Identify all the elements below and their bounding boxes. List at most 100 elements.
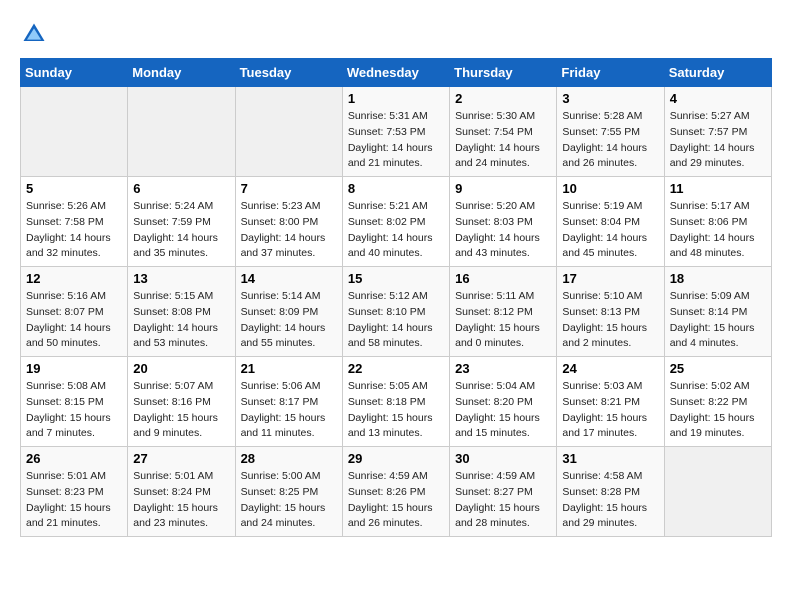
day-details: Sunrise: 5:11 AMSunset: 8:12 PMDaylight:… [455, 289, 551, 352]
calendar-cell [128, 87, 235, 177]
calendar-cell: 10 Sunrise: 5:19 AMSunset: 8:04 PMDayligh… [557, 177, 664, 267]
day-number: 31 [562, 451, 658, 466]
calendar-cell: 12 Sunrise: 5:16 AMSunset: 8:07 PMDayligh… [21, 267, 128, 357]
day-details: Sunrise: 5:12 AMSunset: 8:10 PMDaylight:… [348, 289, 444, 352]
day-details: Sunrise: 5:26 AMSunset: 7:58 PMDaylight:… [26, 199, 122, 262]
day-number: 19 [26, 361, 122, 376]
logo [20, 20, 52, 48]
day-number: 8 [348, 181, 444, 196]
day-number: 12 [26, 271, 122, 286]
day-number: 17 [562, 271, 658, 286]
day-number: 5 [26, 181, 122, 196]
calendar-cell: 13Sunrise: 5:15 AMSunset: 8:08 PMDayligh… [128, 267, 235, 357]
calendar-cell: 31 Sunrise: 4:58 AMSunset: 8:28 PMDayligh… [557, 447, 664, 537]
day-details: Sunrise: 5:17 AMSunset: 8:06 PMDaylight:… [670, 199, 766, 262]
calendar-header-row: SundayMondayTuesdayWednesdayThursdayFrid… [21, 59, 772, 87]
calendar-cell: 3 Sunrise: 5:28 AMSunset: 7:55 PMDaylight… [557, 87, 664, 177]
calendar-cell: 28 Sunrise: 5:00 AMSunset: 8:25 PMDayligh… [235, 447, 342, 537]
day-number: 21 [241, 361, 337, 376]
calendar-cell: 26 Sunrise: 5:01 AMSunset: 8:23 PMDayligh… [21, 447, 128, 537]
day-number: 14 [241, 271, 337, 286]
day-number: 6 [133, 181, 229, 196]
day-header-friday: Friday [557, 59, 664, 87]
calendar-cell: 30Sunrise: 4:59 AMSunset: 8:27 PMDayligh… [450, 447, 557, 537]
calendar-cell: 18 Sunrise: 5:09 AMSunset: 8:14 PMDayligh… [664, 267, 771, 357]
day-number: 15 [348, 271, 444, 286]
day-number: 20 [133, 361, 229, 376]
day-number: 30 [455, 451, 551, 466]
day-details: Sunrise: 5:27 AMSunset: 7:57 PMDaylight:… [670, 109, 766, 172]
calendar-cell [235, 87, 342, 177]
day-details: Sunrise: 5:07 AMSunset: 8:16 PMDaylight:… [133, 379, 229, 442]
calendar-cell: 23 Sunrise: 5:04 AMSunset: 8:20 PMDayligh… [450, 357, 557, 447]
calendar-week-row: 26 Sunrise: 5:01 AMSunset: 8:23 PMDayligh… [21, 447, 772, 537]
day-number: 1 [348, 91, 444, 106]
day-number: 4 [670, 91, 766, 106]
day-details: Sunrise: 5:09 AMSunset: 8:14 PMDaylight:… [670, 289, 766, 352]
calendar-week-row: 12 Sunrise: 5:16 AMSunset: 8:07 PMDayligh… [21, 267, 772, 357]
calendar-cell: 17 Sunrise: 5:10 AMSunset: 8:13 PMDayligh… [557, 267, 664, 357]
calendar-cell: 7 Sunrise: 5:23 AMSunset: 8:00 PMDaylight… [235, 177, 342, 267]
day-number: 27 [133, 451, 229, 466]
calendar-cell: 27 Sunrise: 5:01 AMSunset: 8:24 PMDayligh… [128, 447, 235, 537]
day-details: Sunrise: 5:14 AMSunset: 8:09 PMDaylight:… [241, 289, 337, 352]
day-number: 22 [348, 361, 444, 376]
day-details: Sunrise: 5:24 AMSunset: 7:59 PMDaylight:… [133, 199, 229, 262]
day-number: 26 [26, 451, 122, 466]
day-details: Sunrise: 5:10 AMSunset: 8:13 PMDaylight:… [562, 289, 658, 352]
day-number: 11 [670, 181, 766, 196]
day-details: Sunrise: 5:28 AMSunset: 7:55 PMDaylight:… [562, 109, 658, 172]
calendar-cell: 19 Sunrise: 5:08 AMSunset: 8:15 PMDayligh… [21, 357, 128, 447]
calendar-cell [664, 447, 771, 537]
calendar-cell: 25Sunrise: 5:02 AMSunset: 8:22 PMDayligh… [664, 357, 771, 447]
calendar-week-row: 1 Sunrise: 5:31 AMSunset: 7:53 PMDaylight… [21, 87, 772, 177]
calendar-week-row: 19 Sunrise: 5:08 AMSunset: 8:15 PMDayligh… [21, 357, 772, 447]
day-details: Sunrise: 5:23 AMSunset: 8:00 PMDaylight:… [241, 199, 337, 262]
calendar-cell: 9 Sunrise: 5:20 AMSunset: 8:03 PMDaylight… [450, 177, 557, 267]
day-number: 3 [562, 91, 658, 106]
day-number: 16 [455, 271, 551, 286]
calendar-cell: 29 Sunrise: 4:59 AMSunset: 8:26 PMDayligh… [342, 447, 449, 537]
calendar-cell: 21 Sunrise: 5:06 AMSunset: 8:17 PMDayligh… [235, 357, 342, 447]
day-details: Sunrise: 5:30 AMSunset: 7:54 PMDaylight:… [455, 109, 551, 172]
day-details: Sunrise: 5:08 AMSunset: 8:15 PMDaylight:… [26, 379, 122, 442]
day-details: Sunrise: 4:58 AMSunset: 8:28 PMDaylight:… [562, 469, 658, 532]
calendar-cell: 2Sunrise: 5:30 AMSunset: 7:54 PMDaylight… [450, 87, 557, 177]
day-details: Sunrise: 5:06 AMSunset: 8:17 PMDaylight:… [241, 379, 337, 442]
day-number: 28 [241, 451, 337, 466]
day-details: Sunrise: 4:59 AMSunset: 8:26 PMDaylight:… [348, 469, 444, 532]
day-number: 29 [348, 451, 444, 466]
calendar-cell: 1 Sunrise: 5:31 AMSunset: 7:53 PMDaylight… [342, 87, 449, 177]
day-number: 9 [455, 181, 551, 196]
day-number: 23 [455, 361, 551, 376]
calendar-week-row: 5 Sunrise: 5:26 AMSunset: 7:58 PMDaylight… [21, 177, 772, 267]
calendar-cell: 8 Sunrise: 5:21 AMSunset: 8:02 PMDaylight… [342, 177, 449, 267]
day-details: Sunrise: 5:16 AMSunset: 8:07 PMDaylight:… [26, 289, 122, 352]
calendar-cell: 5 Sunrise: 5:26 AMSunset: 7:58 PMDaylight… [21, 177, 128, 267]
calendar-cell [21, 87, 128, 177]
day-details: Sunrise: 5:21 AMSunset: 8:02 PMDaylight:… [348, 199, 444, 262]
day-details: Sunrise: 5:02 AMSunset: 8:22 PMDaylight:… [670, 379, 766, 442]
day-number: 7 [241, 181, 337, 196]
calendar-cell: 11 Sunrise: 5:17 AMSunset: 8:06 PMDayligh… [664, 177, 771, 267]
day-header-thursday: Thursday [450, 59, 557, 87]
day-details: Sunrise: 5:19 AMSunset: 8:04 PMDaylight:… [562, 199, 658, 262]
day-header-monday: Monday [128, 59, 235, 87]
day-details: Sunrise: 5:01 AMSunset: 8:24 PMDaylight:… [133, 469, 229, 532]
day-details: Sunrise: 5:01 AMSunset: 8:23 PMDaylight:… [26, 469, 122, 532]
day-details: Sunrise: 5:31 AMSunset: 7:53 PMDaylight:… [348, 109, 444, 172]
day-number: 13 [133, 271, 229, 286]
day-number: 10 [562, 181, 658, 196]
day-details: Sunrise: 5:04 AMSunset: 8:20 PMDaylight:… [455, 379, 551, 442]
day-number: 18 [670, 271, 766, 286]
day-details: Sunrise: 5:03 AMSunset: 8:21 PMDaylight:… [562, 379, 658, 442]
calendar-cell: 15 Sunrise: 5:12 AMSunset: 8:10 PMDayligh… [342, 267, 449, 357]
calendar-cell: 6 Sunrise: 5:24 AMSunset: 7:59 PMDaylight… [128, 177, 235, 267]
calendar-cell: 24 Sunrise: 5:03 AMSunset: 8:21 PMDayligh… [557, 357, 664, 447]
day-header-tuesday: Tuesday [235, 59, 342, 87]
day-details: Sunrise: 5:20 AMSunset: 8:03 PMDaylight:… [455, 199, 551, 262]
day-details: Sunrise: 5:00 AMSunset: 8:25 PMDaylight:… [241, 469, 337, 532]
day-number: 24 [562, 361, 658, 376]
calendar-cell: 20 Sunrise: 5:07 AMSunset: 8:16 PMDayligh… [128, 357, 235, 447]
calendar-cell: 22Sunrise: 5:05 AMSunset: 8:18 PMDayligh… [342, 357, 449, 447]
